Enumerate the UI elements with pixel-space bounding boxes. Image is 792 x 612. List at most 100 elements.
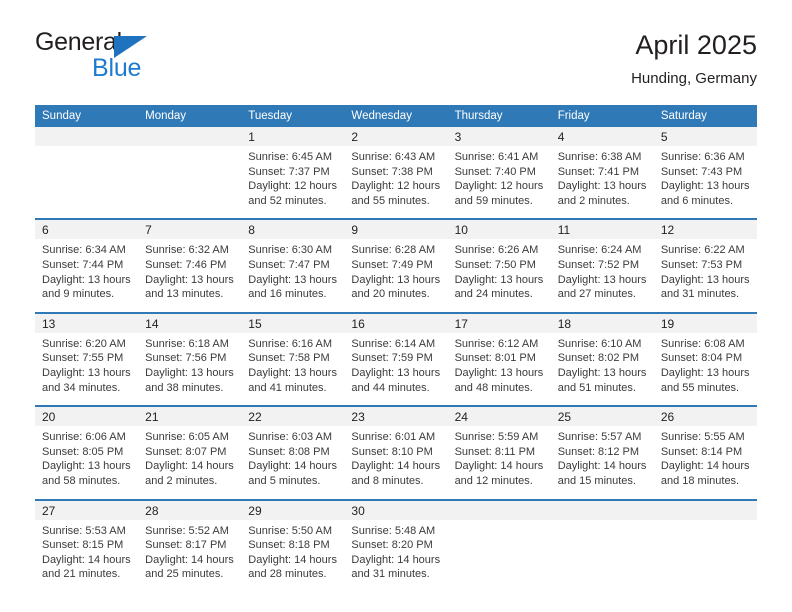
- daylight-text-line1: Daylight: 13 hours: [557, 180, 647, 193]
- day-number[interactable]: 29: [241, 498, 345, 520]
- day-number[interactable]: 28: [138, 498, 242, 520]
- sunset-text: Sunset: 7:38 PM: [351, 165, 433, 178]
- day-number[interactable]: 9: [344, 218, 448, 240]
- day-cell[interactable]: Sunrise: 6:43 AM Sunset: 7:38 PM Daylight:…: [344, 146, 448, 220]
- daylight-text-line2: and 18 minutes.: [660, 474, 740, 487]
- daylight-text-line1: Daylight: 14 hours: [557, 460, 647, 473]
- daylight-text-line1: Daylight: 14 hours: [42, 553, 131, 566]
- sunset-text: Sunset: 8:10 PM: [351, 445, 433, 458]
- day-cell[interactable]: Sunrise: 5:55 AM Sunset: 8:14 PM Daylight:…: [653, 426, 757, 500]
- day-cell[interactable]: Sunrise: 6:32 AM Sunset: 7:46 PM Daylight:…: [138, 239, 242, 313]
- daylight-text-line1: Daylight: 14 hours: [145, 460, 234, 473]
- daylight-text-line1: Daylight: 13 hours: [248, 366, 337, 379]
- day-number[interactable]: 18: [550, 311, 654, 333]
- day-number[interactable]: 3: [447, 127, 551, 146]
- day-cell[interactable]: Sunrise: 6:06 AM Sunset: 8:05 PM Daylight:…: [35, 426, 139, 500]
- sunset-text: Sunset: 7:50 PM: [454, 258, 536, 271]
- day-number[interactable]: 19: [653, 311, 757, 333]
- day-cell[interactable]: Sunrise: 6:16 AM Sunset: 7:58 PM Daylight:…: [241, 332, 345, 407]
- day-cell[interactable]: Sunrise: 6:20 AM Sunset: 7:55 PM Daylight:…: [35, 332, 139, 407]
- column-header-monday: Monday: [138, 105, 242, 127]
- day-cell[interactable]: Sunrise: 6:12 AM Sunset: 8:01 PM Daylight:…: [447, 332, 551, 407]
- day-number[interactable]: 27: [35, 498, 139, 520]
- day-number[interactable]: 25: [550, 405, 654, 427]
- daylight-text-line1: Daylight: 13 hours: [145, 366, 234, 379]
- day-number[interactable]: 4: [550, 127, 654, 146]
- day-cell[interactable]: Sunrise: 6:28 AM Sunset: 7:49 PM Daylight:…: [344, 239, 448, 313]
- day-number[interactable]: 11: [550, 218, 654, 240]
- day-cell[interactable]: Sunrise: 6:14 AM Sunset: 7:59 PM Daylight:…: [344, 332, 448, 407]
- daylight-text-line1: Daylight: 14 hours: [454, 460, 544, 473]
- day-number[interactable]: 26: [653, 405, 757, 427]
- day-cell[interactable]: Sunrise: 5:53 AM Sunset: 8:15 PM Daylight:…: [35, 519, 139, 592]
- daylight-text-line2: and 55 minutes.: [351, 194, 430, 207]
- day-cell[interactable]: Sunrise: 6:36 AM Sunset: 7:43 PM Daylight:…: [653, 146, 757, 220]
- day-number[interactable]: 14: [138, 311, 242, 333]
- daylight-text-line1: Daylight: 13 hours: [42, 366, 131, 379]
- day-number[interactable]: 8: [241, 218, 345, 240]
- day-cell[interactable]: Sunrise: 5:52 AM Sunset: 8:17 PM Daylight:…: [138, 519, 242, 592]
- generalblue-logo[interactable]: General Blue: [35, 28, 235, 88]
- day-number[interactable]: 1: [241, 127, 345, 146]
- day-number[interactable]: 30: [344, 498, 448, 520]
- day-cell[interactable]: Sunrise: 6:41 AM Sunset: 7:40 PM Daylight:…: [447, 146, 551, 220]
- day-number[interactable]: 7: [138, 218, 242, 240]
- sunrise-text: Sunrise: 6:41 AM: [454, 151, 539, 163]
- day-cell-empty: [550, 519, 654, 592]
- day-cell[interactable]: Sunrise: 6:38 AM Sunset: 7:41 PM Daylight:…: [550, 146, 654, 220]
- sunrise-text: Sunrise: 6:05 AM: [145, 431, 229, 444]
- day-cell[interactable]: Sunrise: 6:05 AM Sunset: 8:07 PM Daylight:…: [138, 426, 242, 500]
- daylight-text-line1: Daylight: 13 hours: [454, 273, 544, 286]
- day-cell[interactable]: Sunrise: 6:01 AM Sunset: 8:10 PM Daylight:…: [344, 426, 448, 500]
- daylight-text-line2: and 51 minutes.: [557, 381, 636, 394]
- day-number[interactable]: 21: [138, 405, 242, 427]
- day-number[interactable]: 10: [447, 218, 551, 240]
- sunrise-text: Sunrise: 6:24 AM: [557, 244, 642, 257]
- sunrise-text: Sunrise: 6:06 AM: [42, 431, 126, 444]
- day-cell[interactable]: Sunrise: 6:22 AM Sunset: 7:53 PM Daylight:…: [653, 239, 757, 313]
- daylight-text-line1: Daylight: 14 hours: [248, 553, 337, 566]
- day-cell[interactable]: Sunrise: 5:50 AM Sunset: 8:18 PM Daylight:…: [241, 519, 345, 592]
- day-number[interactable]: 17: [447, 311, 551, 333]
- daylight-text-line2: and 9 minutes.: [42, 288, 115, 301]
- daylight-text-line1: Daylight: 13 hours: [145, 273, 234, 286]
- week-daynumber-row: 12345: [35, 127, 757, 146]
- daylight-text-line1: Daylight: 13 hours: [660, 366, 750, 379]
- sunrise-text: Sunrise: 6:22 AM: [660, 244, 745, 257]
- day-cell[interactable]: Sunrise: 5:57 AM Sunset: 8:12 PM Daylight:…: [550, 426, 654, 500]
- day-number[interactable]: 15: [241, 311, 345, 333]
- day-number-empty: [653, 498, 757, 520]
- day-cell-empty: [447, 519, 551, 592]
- day-number[interactable]: 22: [241, 405, 345, 427]
- column-header-wednesday: Wednesday: [344, 105, 448, 127]
- day-cell[interactable]: Sunrise: 6:34 AM Sunset: 7:44 PM Daylight:…: [35, 239, 139, 313]
- day-number[interactable]: 12: [653, 218, 757, 240]
- day-cell[interactable]: Sunrise: 5:59 AM Sunset: 8:11 PM Daylight:…: [447, 426, 551, 500]
- page-title: April 2025: [635, 30, 757, 60]
- day-number[interactable]: 16: [344, 311, 448, 333]
- daylight-text-line1: Daylight: 13 hours: [248, 273, 337, 286]
- day-cell-empty: [138, 146, 242, 220]
- day-number[interactable]: 6: [35, 218, 139, 240]
- day-number[interactable]: 13: [35, 311, 139, 333]
- day-number[interactable]: 24: [447, 405, 551, 427]
- day-cell[interactable]: Sunrise: 6:24 AM Sunset: 7:52 PM Daylight:…: [550, 239, 654, 313]
- day-cell[interactable]: Sunrise: 6:03 AM Sunset: 8:08 PM Daylight:…: [241, 426, 345, 500]
- title-block: April 2025 Hunding, Germany: [631, 28, 757, 90]
- logo-text-general: General: [35, 28, 122, 56]
- week-group: 27 28 29 30 Sunrise: 5:53 AM Sunset: 8:15 PM D…: [35, 498, 757, 592]
- day-cell[interactable]: Sunrise: 6:10 AM Sunset: 8:02 PM Daylight:…: [550, 332, 654, 407]
- week-daynumber-row: 27 28 29 30: [35, 498, 757, 520]
- day-cell[interactable]: Sunrise: 6:30 AM Sunset: 7:47 PM Daylight:…: [241, 239, 345, 313]
- day-number[interactable]: 2: [344, 127, 448, 146]
- day-number[interactable]: 20: [35, 405, 139, 427]
- day-number[interactable]: 23: [344, 405, 448, 427]
- page-header: General Blue April 2025 Hunding, Germany: [35, 28, 757, 100]
- day-cell[interactable]: Sunrise: 6:18 AM Sunset: 7:56 PM Daylight:…: [138, 332, 242, 407]
- day-cell[interactable]: Sunrise: 5:48 AM Sunset: 8:20 PM Daylight:…: [344, 519, 448, 592]
- day-cell[interactable]: Sunrise: 6:45 AM Sunset: 7:37 PM Daylight:…: [241, 146, 345, 220]
- day-cell[interactable]: Sunrise: 6:26 AM Sunset: 7:50 PM Daylight:…: [447, 239, 551, 313]
- day-number[interactable]: 5: [653, 127, 757, 146]
- week-group: 20 21 22 23 24 25 26 Sunrise: 6:06 AM Sunset: 8:…: [35, 405, 757, 500]
- day-cell[interactable]: Sunrise: 6:08 AM Sunset: 8:04 PM Daylight:…: [653, 332, 757, 407]
